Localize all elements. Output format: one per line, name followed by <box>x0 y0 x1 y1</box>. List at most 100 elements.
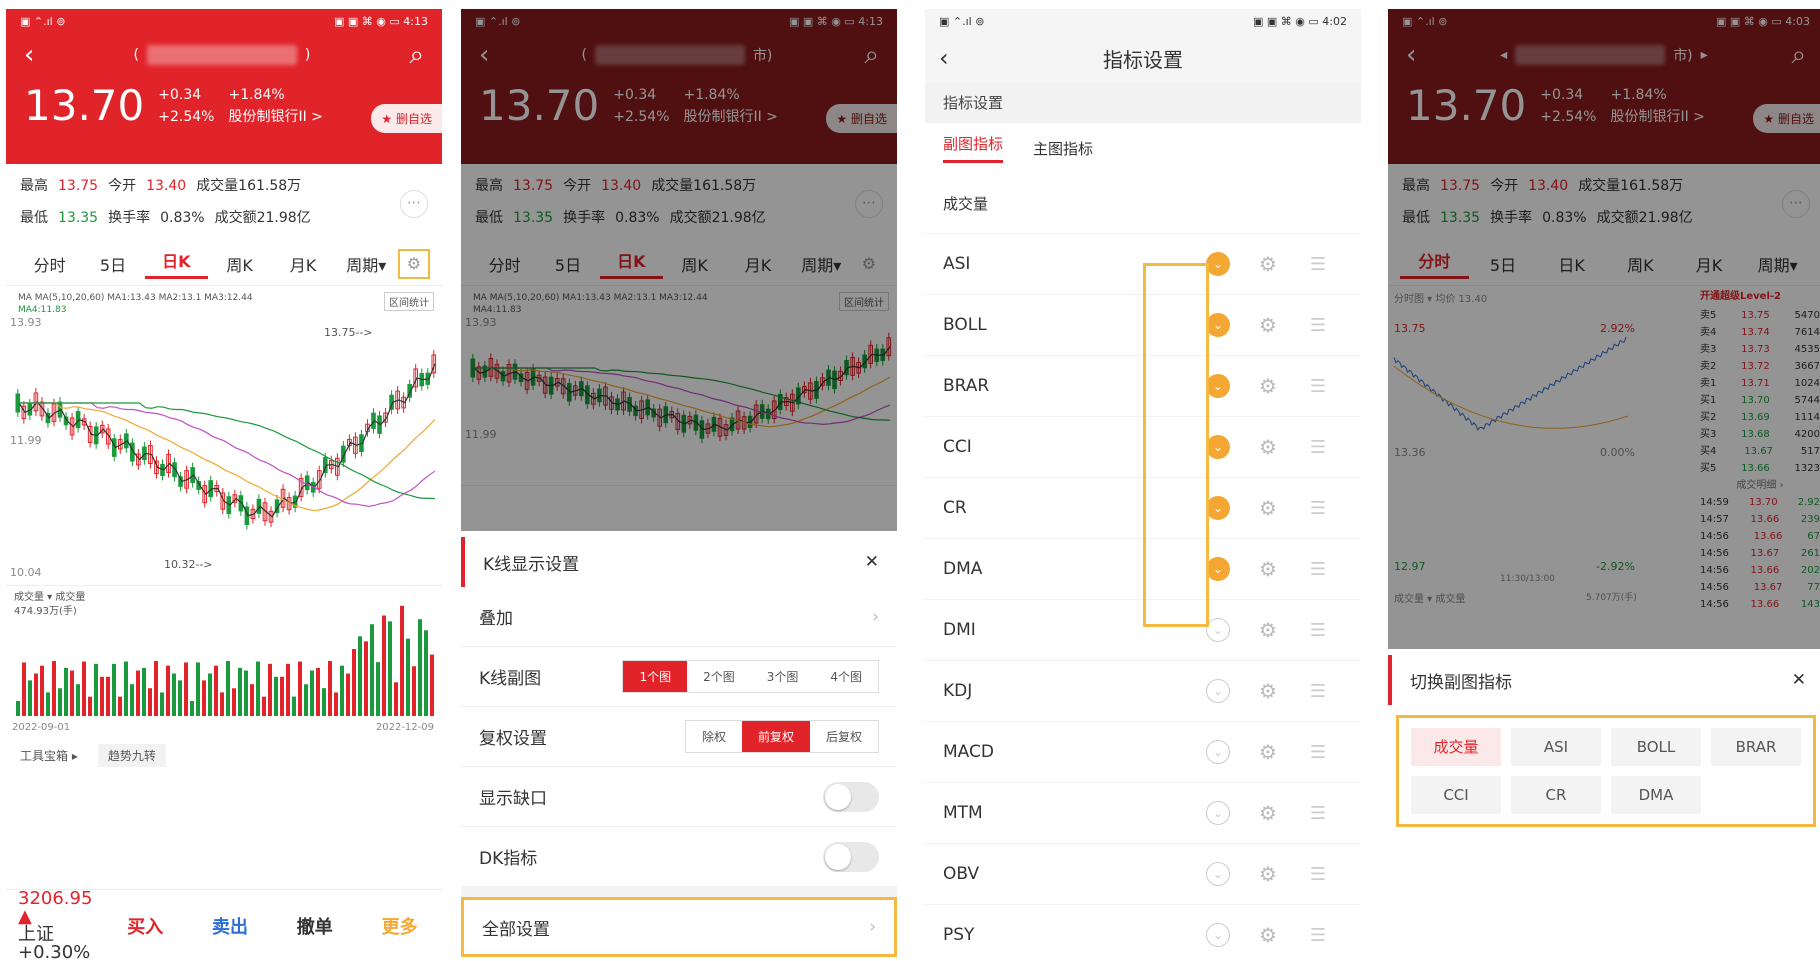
visible-toggle-on-icon[interactable]: ⌄ <box>1206 313 1230 337</box>
drag-handle-icon[interactable]: ☰ <box>1293 742 1343 763</box>
gear-icon[interactable]: ⚙ <box>1243 618 1293 642</box>
range-stat-button[interactable]: 区间统计 <box>839 292 889 311</box>
tab-main-indicators[interactable]: 主图指标 <box>1033 138 1093 159</box>
dk-toggle[interactable] <box>823 841 879 872</box>
visible-toggle-off-icon[interactable]: ⌄ <box>1206 740 1230 764</box>
index-quote[interactable]: 3206.95 ▲ 上证 +0.30% <box>6 889 103 961</box>
visible-toggle-off-icon[interactable]: ⌄ <box>1206 801 1230 825</box>
sector-link[interactable]: 股份制银行II > <box>228 106 322 128</box>
tab-5day[interactable]: 5日 <box>536 252 599 276</box>
subchart-4-option[interactable]: 4个图 <box>814 661 878 692</box>
indicator-row[interactable]: DMA ⌄ ⚙ ☰ <box>925 539 1361 600</box>
indicator-row[interactable]: PSY ⌄ ⚙ ☰ <box>925 905 1361 961</box>
more-icon[interactable]: ⋯ <box>1782 190 1810 218</box>
visible-toggle-on-icon[interactable]: ⌄ <box>1206 252 1230 276</box>
indicator-row[interactable]: OBV ⌄ ⚙ ☰ <box>925 844 1361 905</box>
volume-chart[interactable]: 成交量 ▾ 成交量 474.93万(手) 2022-09-01 2022-12-… <box>6 586 442 736</box>
drag-handle-icon[interactable]: ☰ <box>1293 681 1343 702</box>
drag-handle-icon[interactable]: ☰ <box>1293 620 1343 641</box>
more-icon[interactable]: ⋯ <box>400 190 428 218</box>
tab-period[interactable]: 周期▾ <box>335 252 398 276</box>
cancel-order-button[interactable]: 撤单 <box>272 913 357 939</box>
indicator-option-dma[interactable]: DMA <box>1611 776 1701 814</box>
drag-handle-icon[interactable]: ☰ <box>1293 559 1343 580</box>
indicator-option-asi[interactable]: ASI <box>1511 728 1601 766</box>
indicator-option-cci[interactable]: CCI <box>1411 776 1501 814</box>
gear-icon[interactable]: ⚙ <box>853 254 885 273</box>
visible-toggle-off-icon[interactable]: ⌄ <box>1206 679 1230 703</box>
gear-icon[interactable]: ⚙ <box>1243 740 1293 764</box>
indicator-row[interactable]: KDJ ⌄ ⚙ ☰ <box>925 661 1361 722</box>
drag-handle-icon[interactable]: ☰ <box>1293 803 1343 824</box>
drag-handle-icon[interactable]: ☰ <box>1293 376 1343 397</box>
gear-icon[interactable]: ⚙ <box>1243 801 1293 825</box>
chart-settings-gear-icon[interactable]: ⚙ <box>397 248 430 279</box>
visible-toggle-off-icon[interactable]: ⌄ <box>1206 862 1230 886</box>
visible-toggle-on-icon[interactable]: ⌄ <box>1206 374 1230 398</box>
indicator-row[interactable]: BRAR ⌄ ⚙ ☰ <box>925 356 1361 417</box>
range-stat-button[interactable]: 区间统计 <box>384 292 434 311</box>
trade-detail-link[interactable]: 成交明细 › <box>1696 477 1820 494</box>
tab-intraday[interactable]: 分时 <box>1400 248 1469 279</box>
search-icon[interactable]: ⌕ <box>1791 40 1806 71</box>
tab-daily-k[interactable]: 日K <box>599 248 663 279</box>
indicator-option-boll[interactable]: BOLL <box>1611 728 1701 766</box>
drag-handle-icon[interactable]: ☰ <box>1293 254 1343 275</box>
indicator-row[interactable]: CCI ⌄ ⚙ ☰ <box>925 417 1361 478</box>
tab-monthly-k[interactable]: 月K <box>1675 252 1744 276</box>
tab-period[interactable]: 周期▾ <box>790 252 853 276</box>
next-icon[interactable]: ▸ <box>1701 47 1708 63</box>
indicator-option-cr[interactable]: CR <box>1511 776 1601 814</box>
gear-icon[interactable]: ⚙ <box>1243 557 1293 581</box>
tab-weekly-k[interactable]: 周K <box>208 252 271 276</box>
prev-icon[interactable]: ◂ <box>1500 47 1507 63</box>
drag-handle-icon[interactable]: ☰ <box>1293 315 1343 336</box>
gear-icon[interactable]: ⚙ <box>1243 923 1293 947</box>
indicator-row[interactable]: ASI ⌄ ⚙ ☰ <box>925 234 1361 295</box>
visible-toggle-on-icon[interactable]: ⌄ <box>1206 496 1230 520</box>
visible-toggle-on-icon[interactable]: ⌄ <box>1206 557 1230 581</box>
tab-intraday[interactable]: 分时 <box>473 252 536 276</box>
gear-icon[interactable]: ⚙ <box>1243 374 1293 398</box>
kline-chart[interactable]: MA MA(5,10,20,60) MA1:13.43 MA2:13.1 MA3… <box>6 286 442 586</box>
drag-handle-icon[interactable]: ☰ <box>1293 437 1343 458</box>
back-icon[interactable]: ‹ <box>939 44 949 72</box>
indicator-row[interactable]: CR ⌄ ⚙ ☰ <box>925 478 1361 539</box>
indicator-row[interactable]: BOLL ⌄ ⚙ ☰ <box>925 295 1361 356</box>
gear-icon[interactable]: ⚙ <box>1243 862 1293 886</box>
subchart-3-option[interactable]: 3个图 <box>751 661 815 692</box>
indicator-row[interactable]: MTM ⌄ ⚙ ☰ <box>925 783 1361 844</box>
backward-adjust-option[interactable]: 后复权 <box>810 721 878 752</box>
tab-monthly-k[interactable]: 月K <box>271 252 334 276</box>
more-icon[interactable]: ⋯ <box>855 190 883 218</box>
drag-handle-icon[interactable]: ☰ <box>1293 498 1343 519</box>
visible-toggle-off-icon[interactable]: ⌄ <box>1206 618 1230 642</box>
indicator-row[interactable]: MACD ⌄ ⚙ ☰ <box>925 722 1361 783</box>
back-icon[interactable]: ‹ <box>24 40 34 70</box>
gear-icon[interactable]: ⚙ <box>1243 435 1293 459</box>
tab-sub-indicators[interactable]: 副图指标 <box>943 133 1004 163</box>
close-icon[interactable]: ✕ <box>865 552 879 572</box>
back-icon[interactable]: ‹ <box>1406 40 1416 70</box>
ex-rights-option[interactable]: 除权 <box>686 721 742 752</box>
sell-button[interactable]: 卖出 <box>188 913 273 939</box>
trend-nine-button[interactable]: 趋势九转 <box>97 744 166 767</box>
tab-weekly-k[interactable]: 周K <box>663 252 726 276</box>
tab-5day[interactable]: 5日 <box>1469 252 1538 276</box>
volume-label[interactable]: 成交量 ▾ 成交量 <box>1394 590 1465 605</box>
remove-favorite-button[interactable]: ★ 删自选 <box>826 104 897 133</box>
drag-handle-icon[interactable]: ☰ <box>1293 925 1343 946</box>
indicator-option-成交量[interactable]: 成交量 <box>1411 728 1501 766</box>
gear-icon[interactable]: ⚙ <box>1243 313 1293 337</box>
level2-link[interactable]: 开通超级Level-2 <box>1696 286 1820 307</box>
remove-favorite-button[interactable]: ★ 删自选 <box>371 104 442 133</box>
indicator-row[interactable]: DMI ⌄ ⚙ ☰ <box>925 600 1361 661</box>
all-settings-row[interactable]: 全部设置 › <box>461 897 897 957</box>
tab-5day[interactable]: 5日 <box>81 252 144 276</box>
tab-daily-k[interactable]: 日K <box>1537 252 1606 276</box>
subchart-2-option[interactable]: 2个图 <box>687 661 751 692</box>
volume-label[interactable]: 成交量 ▾ 成交量 <box>14 588 85 603</box>
tab-weekly-k[interactable]: 周K <box>1606 252 1675 276</box>
visible-toggle-on-icon[interactable]: ⌄ <box>1206 435 1230 459</box>
toolbox-link[interactable]: 工具宝箱 ▸ <box>20 747 78 764</box>
